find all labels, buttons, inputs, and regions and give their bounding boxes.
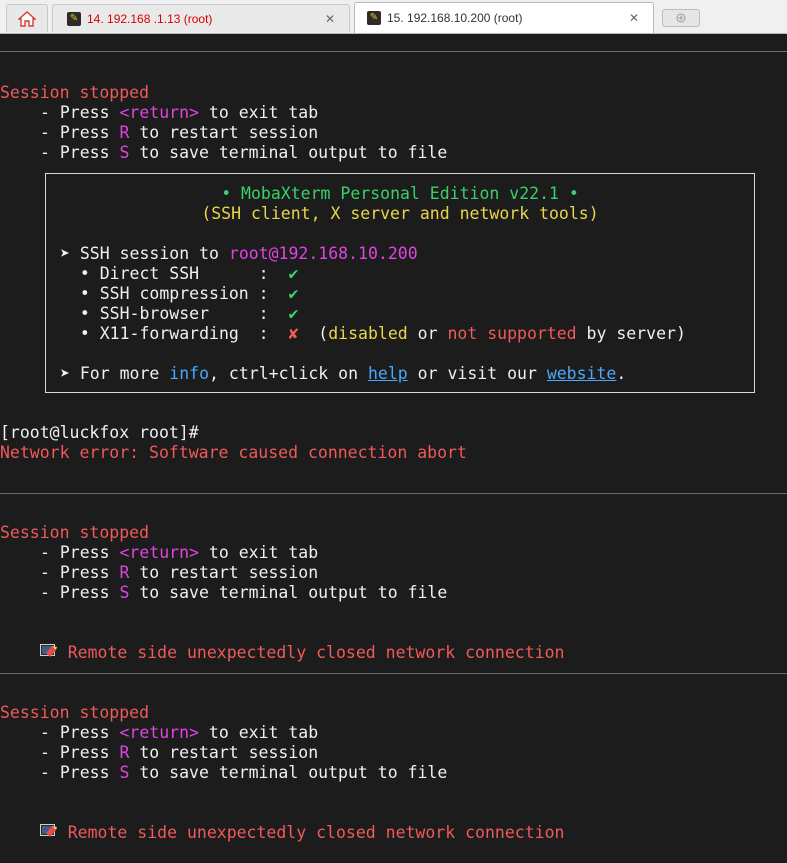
connection-closed-icon [39, 644, 57, 657]
new-tab-icon [676, 13, 686, 23]
save-output-hint: - Press S to save terminal output to fil… [40, 583, 448, 602]
shell-prompt: [root@luckfox root]# [0, 423, 199, 442]
tab-bar: ✎ 14. 192.168 .1.13 (root) ✕ ✎ 15. 192.1… [0, 0, 787, 34]
connection-closed-icon [39, 824, 57, 837]
check-icon: ✔ [288, 284, 299, 303]
restart-session-hint: - Press R to restart session [40, 563, 319, 582]
remote-closed-message: Remote side unexpectedly closed network … [0, 623, 564, 662]
ssh-compression-status: • SSH compression : ✔ [60, 284, 299, 303]
ssh-session-line: ➤ SSH session to root@192.168.10.200 [60, 244, 418, 263]
exit-tab-hint: - Press <return> to exit tab [40, 103, 319, 122]
ssh-browser-status: • SSH-browser : ✔ [60, 304, 299, 323]
session-stopped-title: Session stopped [0, 523, 150, 542]
save-output-hint: - Press S to save terminal output to fil… [40, 143, 448, 162]
tab-session-14[interactable]: ✎ 14. 192.168 .1.13 (root) ✕ [52, 4, 350, 32]
restart-session-hint: - Press R to restart session [40, 123, 319, 142]
ssh-session-icon: ✎ [367, 11, 381, 25]
session-separator [0, 673, 787, 674]
tab-session-15[interactable]: ✎ 15. 192.168.10.200 (root) ✕ [354, 2, 654, 33]
session-stopped-title: Session stopped [0, 703, 150, 722]
website-link[interactable]: website [547, 364, 617, 383]
banner-title: • MobaXterm Personal Edition v22.1 • [221, 184, 579, 203]
terminal-output[interactable]: Session stopped - Press <return> to exit… [0, 33, 787, 852]
session-separator [0, 493, 787, 494]
network-error-message: Network error: Software caused connectio… [0, 443, 467, 462]
close-icon[interactable]: ✕ [325, 12, 335, 26]
save-output-hint: - Press S to save terminal output to fil… [40, 763, 448, 782]
home-tab[interactable] [6, 4, 48, 32]
mobaxterm-banner: • MobaXterm Personal Edition v22.1 • (SS… [45, 173, 755, 393]
restart-session-hint: - Press R to restart session [40, 743, 319, 762]
direct-ssh-status: • Direct SSH : ✔ [60, 264, 299, 283]
exit-tab-hint: - Press <return> to exit tab [40, 723, 319, 742]
check-icon: ✔ [288, 264, 299, 283]
home-icon [18, 10, 36, 27]
more-info-line: ➤ For more info, ctrl+click on help or v… [60, 364, 627, 383]
exit-tab-hint: - Press <return> to exit tab [40, 543, 319, 562]
help-link[interactable]: help [368, 364, 408, 383]
new-tab-button[interactable] [662, 9, 700, 27]
tab-session-14-label: 14. 192.168 .1.13 (root) [87, 11, 213, 26]
remote-closed-message: Remote side unexpectedly closed network … [0, 803, 564, 842]
cross-icon: ✘ [288, 324, 299, 343]
session-separator [0, 51, 787, 52]
info-link[interactable]: info [169, 364, 209, 383]
banner-subtitle: (SSH client, X server and network tools) [201, 204, 599, 223]
close-icon[interactable]: ✕ [629, 11, 639, 25]
ssh-session-icon: ✎ [67, 11, 81, 26]
session-stopped-title: Session stopped [0, 83, 150, 102]
tab-session-15-label: 15. 192.168.10.200 (root) [387, 11, 523, 25]
x11-forwarding-status: • X11-forwarding : ✘ (disabled or not su… [60, 324, 686, 343]
check-icon: ✔ [288, 304, 299, 323]
